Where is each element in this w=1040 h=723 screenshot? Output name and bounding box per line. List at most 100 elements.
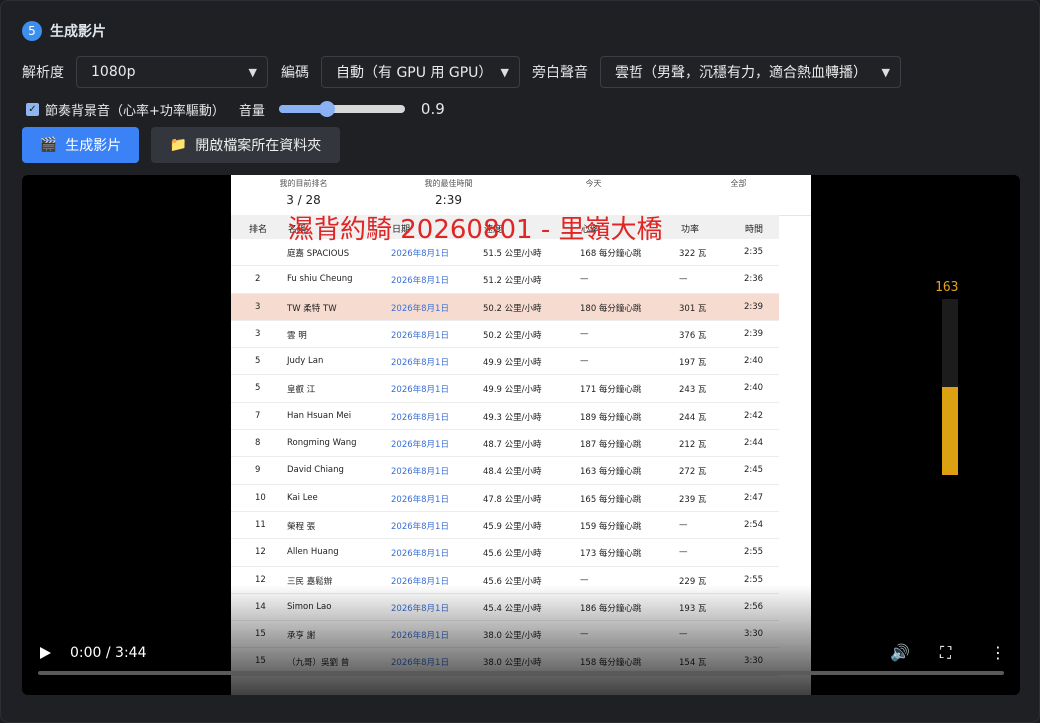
cell-date: 2026年8月1日	[391, 303, 449, 314]
best-time-label: 我的最佳時間	[424, 179, 473, 188]
col-rank: 排名	[249, 225, 268, 235]
more-options-icon[interactable]: ⋮	[990, 643, 1006, 662]
cell-date: 2026年8月1日	[391, 358, 449, 369]
cell-time: 2:36	[744, 274, 764, 285]
cell-power: —	[679, 274, 688, 285]
cell-power: 212 瓦	[679, 440, 707, 451]
cell-name: Han Hsuan Mei	[287, 410, 352, 421]
volume-slider-knob[interactable]	[318, 101, 335, 117]
fullscreen-icon[interactable]: ⛶	[940, 643, 951, 663]
encoding-select[interactable]: 自動（有 GPU 用 GPU） ▼	[321, 56, 520, 88]
cell-date: 2026年8月1日	[391, 521, 449, 532]
cell-rank: 7	[255, 410, 261, 421]
cell-date: 2026年8月1日	[391, 385, 449, 396]
cell-rank: 10	[255, 492, 266, 503]
audio-row: ✓ 節奏背景音（心率+功率驅動） 音量 0.9	[26, 97, 445, 121]
cell-time: 2:55	[744, 574, 764, 585]
cell-time: 2:39	[744, 301, 764, 312]
cell-speed: 50.2 公里/小時	[483, 330, 542, 341]
leaderboard-row: 5 皇叡 江 2026年8月1日 49.9 公里/小時 171 每分鐘心跳 243 瓦 2:…	[231, 375, 779, 403]
cell-time: 2:40	[744, 383, 764, 394]
open-folder-button[interactable]: 📁 開啟檔案所在資料夾	[151, 127, 340, 163]
step-header: 5 生成影片	[22, 21, 106, 41]
cell-power: 244 瓦	[679, 412, 707, 423]
cell-rank: 3	[255, 301, 261, 312]
video-frame: 我的目前排名 3 / 28 我的最佳時間 2:39 今天 全部 排名 名稱 日期 速…	[231, 175, 811, 695]
leaderboard-row: 12 Allen Huang 2026年8月1日 45.6 公里/小時 173 每分鐘心…	[231, 539, 779, 567]
leaderboard-row: 7 Han Hsuan Mei 2026年8月1日 49.3 公里/小時 189 每分鐘…	[231, 403, 779, 431]
cell-date: 2026年8月1日	[391, 549, 449, 560]
narration-label: 旁白聲音	[532, 65, 588, 81]
cell-speed: 45.6 公里/小時	[483, 549, 542, 560]
generate-video-button[interactable]: 🎬 生成影片	[22, 127, 139, 163]
generate-video-label: 生成影片	[65, 138, 122, 154]
cell-time: 2:55	[744, 547, 764, 558]
cell-hr: 189 每分鐘心跳	[580, 412, 642, 423]
cell-date: 2026年8月1日	[391, 276, 449, 287]
cell-power: 239 瓦	[679, 494, 707, 505]
cell-speed: 47.8 公里/小時	[483, 494, 542, 505]
bgm-checkbox[interactable]: ✓	[26, 102, 39, 116]
cell-time: 2:45	[744, 465, 764, 476]
video-controls: 0:00 / 3:44 🔊 ⛶ ⋮	[22, 635, 1020, 695]
cell-speed: 49.3 公里/小時	[483, 412, 542, 423]
play-icon[interactable]	[40, 647, 51, 659]
cell-speed: 50.2 公里/小時	[483, 303, 542, 314]
volume-label: 音量	[238, 103, 265, 119]
resolution-select[interactable]: 1080p ▼	[76, 56, 268, 88]
chevron-down-icon: ▼	[881, 65, 890, 79]
open-folder-label: 開啟檔案所在資料夾	[195, 138, 322, 154]
filter-all: 全部	[730, 179, 747, 188]
cell-date: 2026年8月1日	[391, 412, 449, 423]
cell-rank: 3	[255, 328, 261, 339]
video-player[interactable]: 我的目前排名 3 / 28 我的最佳時間 2:39 今天 全部 排名 名稱 日期 速…	[22, 175, 1020, 695]
leaderboard-row: 5 Judy Lan 2026年8月1日 49.9 公里/小時 — 197 瓦 2:40	[231, 348, 779, 376]
cell-rank: 11	[255, 519, 266, 530]
cell-power: —	[679, 547, 688, 558]
cell-hr: 165 每分鐘心跳	[580, 494, 642, 505]
cell-time: 2:47	[744, 492, 764, 503]
cell-rank: 8	[255, 438, 261, 449]
bgm-label: 節奏背景音（心率+功率驅動）	[45, 103, 225, 119]
cell-hr: —	[580, 274, 589, 285]
volume-slider[interactable]	[278, 101, 405, 117]
cell-name: Rongming Wang	[287, 438, 357, 449]
cell-name: Allen Huang	[287, 547, 339, 558]
narration-select[interactable]: 雲哲（男聲，沉穩有力，適合熱血轉播） ▼	[600, 56, 901, 88]
cell-hr: —	[580, 574, 589, 585]
cell-name: Kai Lee	[287, 492, 318, 503]
cell-power: 197 瓦	[679, 358, 707, 369]
cell-speed: 49.9 公里/小時	[483, 358, 542, 369]
cell-hr: 163 每分鐘心跳	[580, 467, 642, 478]
cell-speed: 51.2 公里/小時	[483, 276, 542, 287]
folder-icon: 📁	[169, 137, 188, 153]
leaderboard-row: 9 David Chiang 2026年8月1日 48.4 公里/小時 163 每分鐘心…	[231, 457, 779, 485]
video-progress-bar[interactable]	[38, 671, 1004, 675]
resolution-label: 解析度	[22, 65, 64, 81]
leaderboard-row: 3 TW 柔特 TW 2026年8月1日 50.2 公里/小時 180 每分鐘心跳 301…	[231, 293, 779, 321]
heart-rate-value: 163	[935, 280, 959, 295]
chevron-down-icon: ▼	[248, 65, 257, 79]
cell-rank: 9	[255, 465, 261, 476]
cell-power: 243 瓦	[679, 385, 707, 396]
resolution-value: 1080p	[91, 64, 136, 80]
cell-power: 272 瓦	[679, 467, 707, 478]
cell-time: 2:42	[744, 410, 764, 421]
settings-row: 解析度 1080p ▼ 編碼 自動（有 GPU 用 GPU） ▼ 旁白聲音 雲哲…	[22, 55, 901, 89]
cell-rank: 12	[255, 574, 266, 585]
cell-name: Judy Lan	[287, 356, 324, 367]
cell-date: 2026年8月1日	[391, 330, 449, 341]
cell-hr: 171 每分鐘心跳	[580, 385, 642, 396]
rank-label: 我的目前排名	[279, 179, 328, 188]
video-overlay-title: 濕背約騎 20260801 - 里嶺大橋	[288, 215, 663, 245]
leaderboard-row: 8 Rongming Wang 2026年8月1日 48.7 公里/小時 187 每分鐘…	[231, 430, 779, 458]
cell-name: 皇叡 江	[287, 385, 316, 396]
rank-value: 3 / 28	[286, 193, 321, 207]
cell-speed: 49.9 公里/小時	[483, 385, 542, 396]
best-time-value: 2:39	[435, 193, 462, 207]
leaderboard-row: 11 榮程 張 2026年8月1日 45.9 公里/小時 159 每分鐘心跳 — 2:54	[231, 512, 779, 540]
cell-name: 榮程 張	[287, 521, 316, 532]
cell-hr: —	[580, 356, 589, 367]
leaderboard-row: 2 Fu shiu Cheung 2026年8月1日 51.2 公里/小時 — — 2:36	[231, 266, 779, 294]
volume-icon[interactable]: 🔊	[890, 643, 910, 662]
